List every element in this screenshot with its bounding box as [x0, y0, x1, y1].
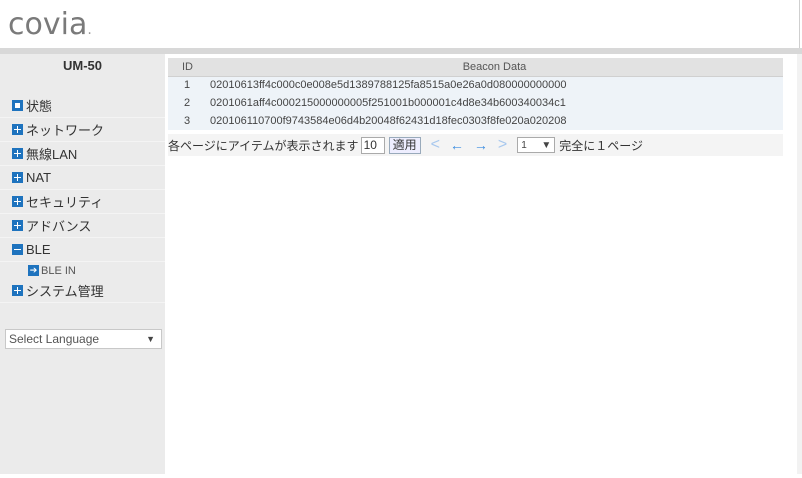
sidebar-item-label: NAT	[26, 170, 52, 185]
page-select[interactable]: 1 ▼	[517, 137, 556, 153]
plus-icon	[12, 172, 23, 183]
sidebar-item-label: セキュリティ	[26, 195, 104, 210]
prev-page-icon[interactable]: ←	[450, 137, 464, 153]
sidebar-item-nat[interactable]: NAT	[0, 166, 165, 190]
sidebar-item-label: BLE	[26, 242, 51, 257]
page-select-value: 1	[521, 139, 527, 151]
last-page-icon[interactable]: >	[498, 136, 507, 154]
table-row[interactable]: 1 02010613ff4c000c0e008e5d1389788125fa85…	[168, 76, 783, 94]
caret-down-icon: ▼	[146, 334, 155, 344]
covia-logo[interactable]: covia.	[8, 8, 92, 47]
row-beacon-data: 02010613ff4c000c0e008e5d1389788125fa8515…	[206, 76, 783, 94]
sidebar-item-network[interactable]: ネットワーク	[0, 118, 165, 142]
sidebar-item-advanced[interactable]: アドバンス	[0, 214, 165, 238]
table-header-row: ID Beacon Data	[168, 58, 783, 77]
main-content: ID Beacon Data 1 02010613ff4c000c0e008e5…	[168, 58, 783, 156]
sidebar-item-security[interactable]: セキュリティ	[0, 190, 165, 214]
sidebar-item-label: ネットワーク	[26, 123, 105, 138]
row-id: 1	[168, 76, 206, 94]
sidebar-item-status[interactable]: 状態	[0, 94, 165, 118]
header: covia.	[0, 0, 802, 48]
plus-icon	[12, 220, 23, 231]
table-row[interactable]: 2 0201061aff4c000215000000005f251001b000…	[168, 94, 783, 112]
plus-icon	[12, 196, 23, 207]
plus-icon	[12, 124, 23, 135]
sidebar-item-label: システム管理	[26, 284, 104, 299]
row-id: 2	[168, 94, 206, 112]
column-header-beacon-data[interactable]: Beacon Data	[206, 58, 783, 77]
table-row[interactable]: 3 020106110700f9743584e06d4b20048f62431d…	[168, 112, 783, 130]
total-pages-label: 完全に１ページ	[559, 138, 644, 153]
pagination-bar: 各ページにアイテムが表示されます 10 適用 < ← → > 1 ▼ 完全に１ペ…	[168, 134, 783, 156]
sidebar-item-label: 状態	[26, 99, 53, 114]
row-beacon-data: 020106110700f9743584e06d4b20048f62431d18…	[206, 112, 783, 130]
row-id: 3	[168, 112, 206, 130]
plus-icon	[12, 148, 23, 159]
sidebar-menu: 状態 ネットワーク 無線LAN NAT セキュリティ アドバンス BLE ➔ B	[0, 94, 165, 303]
plus-icon	[12, 285, 23, 296]
language-select-value: Select Language	[9, 332, 100, 346]
items-per-page-input[interactable]: 10	[360, 136, 385, 154]
sidebar-item-label: 無線LAN	[26, 147, 78, 162]
model-name: UM-50	[62, 58, 102, 73]
caret-down-icon: ▼	[541, 139, 552, 151]
row-beacon-data: 0201061aff4c000215000000005f251001b00000…	[206, 94, 783, 112]
next-page-icon[interactable]: →	[474, 137, 488, 153]
minus-icon	[12, 244, 23, 255]
column-header-id[interactable]: ID	[168, 58, 206, 77]
apply-button[interactable]: 適用	[388, 136, 421, 154]
sidebar-subitem-ble-in[interactable]: ➔ BLE IN	[0, 262, 165, 279]
box-icon	[12, 100, 23, 111]
sidebar-item-ble[interactable]: BLE	[0, 238, 165, 262]
language-select[interactable]: Select Language ▼	[5, 329, 162, 349]
sidebar-item-label: アドバンス	[26, 219, 92, 234]
arrow-right-icon: ➔	[28, 265, 39, 276]
sidebar-item-system-management[interactable]: システム管理	[0, 279, 165, 303]
sidebar: UM-50 状態 ネットワーク 無線LAN NAT セキュリティ アドバンス B…	[0, 54, 165, 474]
items-per-page-label: 各ページにアイテムが表示されます	[168, 138, 359, 153]
first-page-icon[interactable]: <	[431, 136, 440, 154]
sidebar-item-wireless-lan[interactable]: 無線LAN	[0, 142, 165, 166]
right-scroll-gutter	[797, 54, 802, 474]
beacon-table: ID Beacon Data 1 02010613ff4c000c0e008e5…	[168, 58, 783, 130]
sidebar-subitem-label: BLE IN	[41, 264, 76, 277]
